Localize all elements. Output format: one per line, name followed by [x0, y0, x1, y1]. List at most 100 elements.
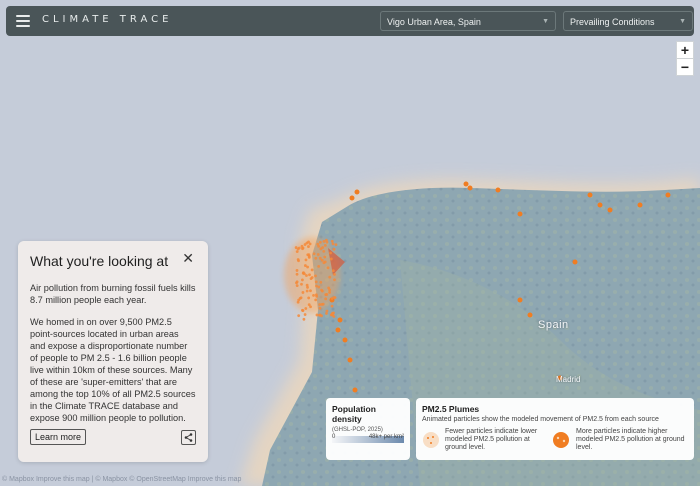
plume-particle: [331, 311, 334, 315]
info-panel-title: What you're looking at: [30, 253, 169, 269]
top-bar: CLIMATE TRACE Vigo Urban Area, Spain ▼ P…: [6, 6, 694, 36]
population-legend-subtitle: (GHSL-POP, 2025): [332, 427, 383, 433]
plume-particle: [300, 282, 303, 286]
plume-particle: [302, 317, 306, 321]
learn-more-button[interactable]: Learn more: [30, 429, 87, 445]
plume-particle: [314, 293, 318, 297]
pm25-source-marker[interactable]: [597, 202, 603, 208]
plume-particle: [324, 238, 328, 242]
plume-particle: [314, 274, 317, 278]
plume-particle: [301, 271, 305, 275]
plume-particle: [318, 256, 322, 260]
pm25-source-marker[interactable]: [337, 317, 343, 323]
pm25-source-marker[interactable]: [349, 195, 355, 201]
plume-particle: [322, 261, 326, 265]
more-particles-label: More particles indicate higher modeled P…: [576, 428, 685, 451]
location-select[interactable]: Vigo Urban Area, Spain ▼: [380, 11, 556, 31]
plume-particle: [312, 293, 315, 297]
map-label-spain: Spain: [538, 319, 569, 331]
plume-particle: [309, 289, 312, 293]
conditions-select[interactable]: Prevailing Conditions ▼: [563, 11, 693, 31]
plume-particle: [310, 276, 314, 279]
pm25-source-marker[interactable]: [352, 387, 358, 393]
pm25-source-marker[interactable]: [587, 192, 593, 198]
close-icon[interactable]: ✕: [182, 250, 194, 267]
plume-particle: [323, 255, 327, 259]
population-legend-max: 48k+ per km²: [368, 434, 404, 440]
pm25-source-marker[interactable]: [527, 312, 533, 318]
population-legend-min: 0: [332, 434, 336, 440]
pm25-source-marker[interactable]: [335, 327, 341, 333]
map-label-madrid: Madrid: [556, 375, 581, 384]
pm25-source-marker[interactable]: [637, 202, 643, 208]
plume-particle: [320, 258, 324, 262]
fewer-particles-label: Fewer particles indicate lower modeled P…: [445, 428, 538, 451]
plume-particle: [295, 272, 299, 276]
pm25-source-marker[interactable]: [463, 181, 469, 187]
plume-particle: [322, 239, 326, 243]
population-legend-title: Population density: [332, 404, 376, 424]
pm25-source-marker[interactable]: [495, 187, 501, 193]
plume-particle: [328, 275, 332, 279]
plume-particle: [319, 280, 323, 284]
plume-particle: [332, 247, 336, 251]
plume-particle: [329, 257, 333, 261]
zoom-in-button[interactable]: +: [676, 41, 694, 59]
info-panel: What you're looking at ✕ Air pollution f…: [18, 241, 208, 462]
plume-particle: [308, 273, 311, 277]
zoom-out-button[interactable]: −: [676, 58, 694, 76]
plume-particle: [328, 290, 331, 294]
plume-particle: [301, 278, 304, 282]
fewer-particles-icon: [423, 432, 439, 448]
pm25-source-marker[interactable]: [517, 211, 523, 217]
plume-particle: [309, 305, 312, 309]
chevron-down-icon: ▼: [679, 18, 686, 25]
pm25-source-marker[interactable]: [354, 189, 360, 195]
plume-particle: [327, 286, 331, 290]
pm25-source-marker[interactable]: [517, 297, 523, 303]
plume-particle: [305, 274, 308, 277]
plume-particle: [314, 298, 318, 302]
location-select-value: Vigo Urban Area, Spain: [387, 17, 481, 27]
pm25-source-marker[interactable]: [665, 192, 671, 198]
more-particles-icon: [553, 432, 569, 448]
plume-particle: [295, 250, 299, 254]
pm25-source-marker[interactable]: [347, 357, 353, 363]
share-button[interactable]: [181, 430, 196, 445]
plume-particle: [325, 293, 329, 296]
plume-particle: [324, 297, 328, 301]
plume-particle: [295, 269, 299, 272]
plume-particle: [299, 296, 303, 300]
plume-particle: [317, 264, 321, 268]
plume-particle: [306, 285, 309, 289]
plume-particle: [314, 256, 318, 260]
plume-particle: [300, 244, 304, 248]
plume-particle: [331, 269, 335, 273]
climate-trace-logo[interactable]: CLIMATE TRACE: [42, 14, 172, 25]
plume-particle: [318, 313, 322, 317]
info-paragraph-2: We homed in on over 9,500 PM2.5 point-so…: [30, 317, 196, 423]
population-density-legend: Population density (GHSL-POP, 2025) 0 48…: [326, 398, 410, 460]
plume-particle: [331, 242, 335, 246]
pm25-source-marker[interactable]: [467, 185, 473, 191]
map-attribution[interactable]: © Mapbox Improve this map | © Mapbox © O…: [2, 476, 241, 483]
plume-particle: [320, 289, 324, 293]
plume-particle: [314, 280, 318, 284]
plume-particle: [329, 251, 332, 255]
pm25-source-marker[interactable]: [342, 337, 348, 343]
plume-particle: [333, 273, 336, 276]
pm25-source-marker[interactable]: [572, 259, 578, 265]
plume-particle: [307, 296, 311, 300]
plume-particle: [326, 266, 330, 270]
pm25-source-marker[interactable]: [607, 207, 613, 213]
plume-particle: [315, 284, 318, 288]
plume-particle: [297, 314, 301, 318]
conditions-select-value: Prevailing Conditions: [570, 17, 655, 27]
plume-particle: [323, 244, 327, 247]
plume-particle: [296, 247, 300, 251]
plume-particle: [319, 240, 322, 244]
chevron-down-icon: ▼: [542, 18, 549, 25]
plume-particle: [295, 284, 299, 288]
plume-particle: [330, 304, 334, 308]
hamburger-menu-icon[interactable]: [16, 15, 30, 27]
